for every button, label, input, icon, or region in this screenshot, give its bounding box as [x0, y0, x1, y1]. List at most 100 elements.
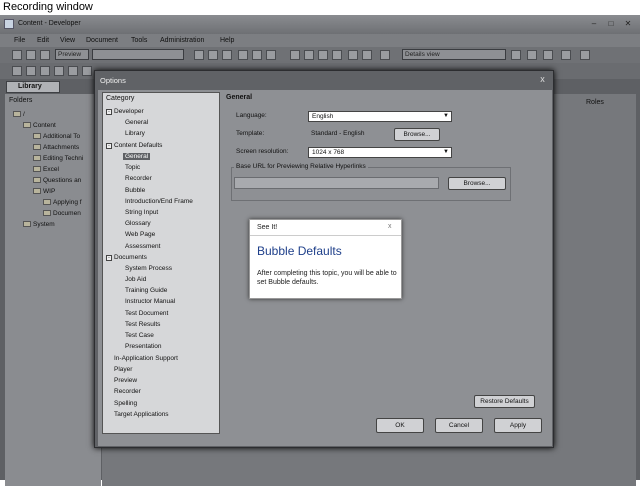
menu-administration[interactable]: Administration	[160, 37, 204, 44]
tool-icon-1[interactable]	[12, 66, 22, 76]
minimize-icon[interactable]: –	[586, 17, 602, 30]
tree-item[interactable]: /	[13, 111, 25, 118]
refresh-icon[interactable]	[580, 50, 590, 60]
category-item[interactable]: System Process	[125, 265, 172, 272]
menu-view[interactable]: View	[60, 37, 75, 44]
base-url-label: Base URL for Previewing Relative Hyperli…	[234, 163, 368, 170]
tree-item[interactable]: Attachments	[33, 144, 79, 151]
menu-document[interactable]: Document	[86, 37, 118, 44]
print-icon[interactable]	[40, 50, 50, 60]
ok-button[interactable]: OK	[376, 418, 424, 433]
collapse-icon[interactable]: -	[106, 143, 112, 149]
menu-edit[interactable]: Edit	[37, 37, 49, 44]
spell-icon[interactable]	[362, 50, 372, 60]
category-item[interactable]: Glossary	[125, 220, 151, 227]
tool-icon-2[interactable]	[26, 66, 36, 76]
category-item[interactable]: Spelling	[114, 400, 137, 407]
language-select[interactable]: English ▼	[308, 111, 452, 122]
category-item[interactable]: Job Aid	[125, 276, 146, 283]
category-header: Category	[106, 95, 135, 102]
layout-icon[interactable]	[511, 50, 521, 60]
preview-select[interactable]	[92, 49, 184, 60]
tree-item[interactable]: Documen	[43, 210, 81, 217]
preview-button[interactable]: Preview	[55, 49, 89, 60]
undo-icon[interactable]	[290, 50, 300, 60]
base-url-browse-button[interactable]: Browse...	[448, 177, 506, 190]
apply-button[interactable]: Apply	[494, 418, 542, 433]
restore-defaults-button[interactable]: Restore Defaults	[474, 395, 535, 408]
category-item[interactable]: Preview	[114, 377, 137, 384]
chevron-down-icon: ▼	[443, 113, 449, 119]
menu-file[interactable]: File	[14, 37, 25, 44]
tool-icon-5[interactable]	[68, 66, 78, 76]
category-item[interactable]: In-Application Support	[114, 355, 178, 362]
category-content-defaults[interactable]: - Content Defaults	[106, 142, 162, 149]
tree-item[interactable]: Editing Techni	[33, 155, 83, 162]
close-icon[interactable]: ✕	[620, 17, 636, 30]
resolution-select[interactable]: 1024 x 768 ▼	[308, 147, 452, 158]
category-item[interactable]: General	[125, 119, 148, 126]
category-item[interactable]: Library	[125, 130, 145, 137]
category-item[interactable]: String Input	[125, 209, 158, 216]
tree-item[interactable]: WIP	[33, 188, 55, 195]
category-item[interactable]: Bubble	[125, 187, 145, 194]
category-developer[interactable]: - Developer	[106, 108, 144, 115]
maximize-icon[interactable]: □	[603, 17, 619, 30]
column-header-roles[interactable]: Roles	[586, 99, 604, 106]
add-icon[interactable]	[318, 50, 328, 60]
tool-icon-6[interactable]	[82, 66, 92, 76]
category-item[interactable]: Presentation	[125, 343, 162, 350]
help-icon[interactable]	[380, 50, 390, 60]
new-icon[interactable]	[12, 50, 22, 60]
menu-help[interactable]: Help	[220, 37, 234, 44]
tree-item[interactable]: System	[23, 221, 55, 228]
category-item[interactable]: Test Document	[125, 310, 168, 317]
redo-icon[interactable]	[304, 50, 314, 60]
tree-item[interactable]: Excel	[33, 166, 59, 173]
pane-icon[interactable]	[543, 50, 553, 60]
cut-icon[interactable]	[194, 50, 204, 60]
category-item[interactable]: Recorder	[125, 175, 152, 182]
collapse-icon[interactable]: -	[106, 109, 112, 115]
tree-item[interactable]: Content	[23, 122, 56, 129]
save-icon[interactable]	[26, 50, 36, 60]
folder-icon	[43, 210, 51, 217]
category-item[interactable]: Introduction/End Frame	[125, 198, 193, 205]
category-item[interactable]: Test Case	[125, 332, 154, 339]
category-item[interactable]: Recorder	[114, 388, 141, 395]
category-item[interactable]: Web Page	[125, 231, 155, 238]
close-icon[interactable]: x	[388, 223, 392, 230]
paste-icon[interactable]	[222, 50, 232, 60]
category-item-selected[interactable]: General	[123, 153, 151, 160]
tree-item-label: WIP	[43, 188, 56, 195]
properties-icon[interactable]	[266, 50, 276, 60]
template-browse-button[interactable]: Browse...	[394, 128, 440, 141]
category-documents[interactable]: - Documents	[106, 254, 147, 261]
link-icon[interactable]	[348, 50, 358, 60]
category-item[interactable]: Target Applications	[114, 411, 169, 418]
category-item[interactable]: Assessment	[125, 243, 160, 250]
category-item[interactable]: Test Results	[125, 321, 160, 328]
tool-icon-3[interactable]	[40, 66, 50, 76]
delete-icon[interactable]	[238, 50, 248, 60]
remove-icon[interactable]	[332, 50, 342, 60]
tree-item[interactable]: Questions an	[33, 177, 81, 184]
view-select[interactable]: Details view	[402, 49, 506, 60]
window-icon[interactable]	[561, 50, 571, 60]
menu-tools[interactable]: Tools	[131, 37, 147, 44]
tree-item[interactable]: Applying f	[43, 199, 82, 206]
base-url-input[interactable]	[234, 177, 439, 189]
category-item[interactable]: Topic	[125, 164, 140, 171]
tab-library[interactable]: Library	[6, 81, 60, 93]
cancel-button[interactable]: Cancel	[435, 418, 483, 433]
split-icon[interactable]	[527, 50, 537, 60]
tool-icon-4[interactable]	[54, 66, 64, 76]
category-item[interactable]: Player	[114, 366, 132, 373]
tree-item[interactable]: Additional To	[33, 133, 80, 140]
close-icon[interactable]: x	[535, 74, 550, 85]
find-icon[interactable]	[252, 50, 262, 60]
category-item[interactable]: Training Guide	[125, 287, 167, 294]
category-item[interactable]: Instructor Manual	[125, 298, 175, 305]
collapse-icon[interactable]: -	[106, 255, 112, 261]
copy-icon[interactable]	[208, 50, 218, 60]
